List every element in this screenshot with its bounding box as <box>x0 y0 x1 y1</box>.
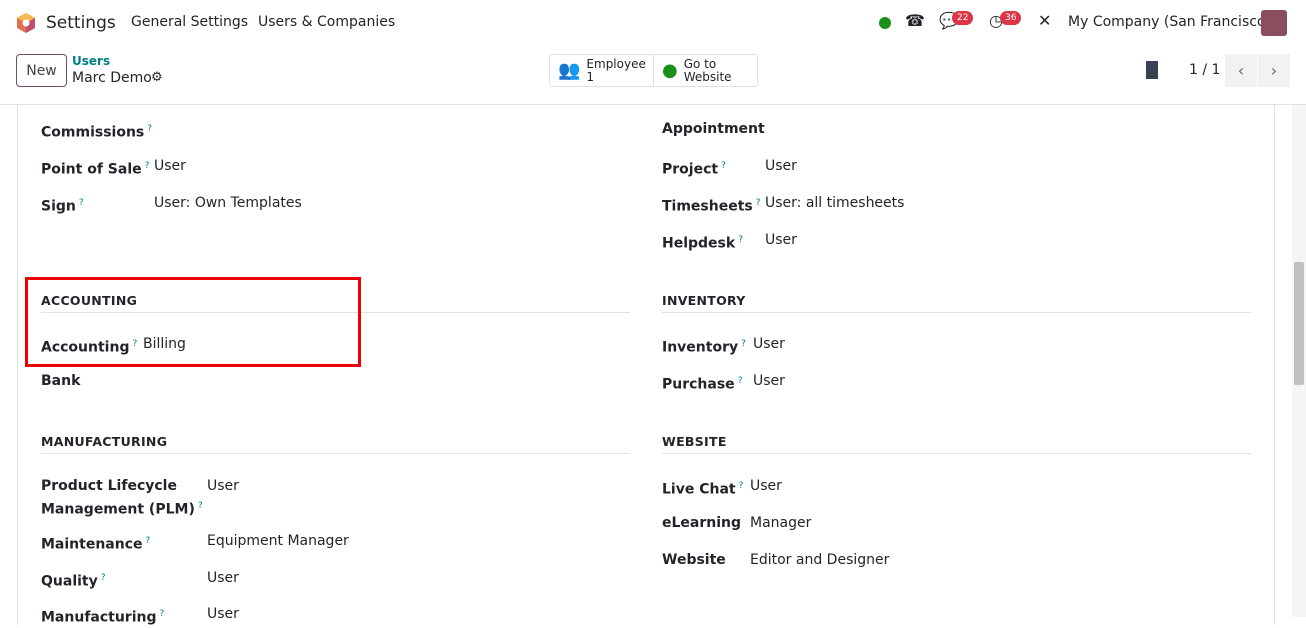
field-label: Manufacturing? <box>41 604 164 628</box>
section-inventory: INVENTORY <box>662 293 1251 313</box>
field-label-line2: Management (PLM) <box>41 501 195 518</box>
help-tooltip-icon[interactable]: ? <box>160 609 165 619</box>
help-tooltip-icon[interactable]: ? <box>721 161 726 171</box>
field-label: Maintenance? <box>41 531 150 555</box>
help-tooltip-icon[interactable]: ? <box>756 198 761 208</box>
help-tooltip-icon[interactable]: ? <box>146 536 151 546</box>
field-label: Inventory? <box>662 334 746 358</box>
field-label: Purchase? <box>662 371 742 395</box>
control-panel: New Users Marc Demo ⚙ 👥 Employee 1 ● Go to W… <box>0 46 1306 105</box>
field-label-text: Manufacturing <box>41 609 157 626</box>
employee-label: Employee <box>586 56 646 71</box>
field-label-text: Commissions <box>41 124 145 141</box>
field-label-text: Appointment <box>662 121 765 137</box>
field-label: Point of Sale? <box>41 156 149 180</box>
scrollbar-thumb[interactable] <box>1294 262 1304 385</box>
field-label: Sign? <box>41 193 84 217</box>
field-value[interactable]: User <box>207 568 239 588</box>
user-avatar[interactable] <box>1261 10 1287 36</box>
field-label-text: Quality <box>41 573 98 590</box>
field-label: Timesheets? <box>662 193 761 217</box>
highlight-box <box>25 277 361 367</box>
field-label: Product Lifecycle Management (PLM)? <box>41 476 203 520</box>
field-label-text: Project <box>662 161 719 178</box>
pager-previous-button[interactable]: ‹ <box>1225 54 1257 87</box>
odoo-logo-icon[interactable] <box>15 12 37 34</box>
field-label-text: Point of Sale <box>41 161 142 178</box>
pager-next-button[interactable]: › <box>1258 54 1290 87</box>
field-value[interactable]: Manager <box>750 513 811 533</box>
online-status-icon <box>879 17 891 29</box>
field-label-text: Sign <box>41 198 76 215</box>
field-label-text: Bank <box>41 373 81 389</box>
field-label: Live Chat? <box>662 476 743 500</box>
field-value[interactable]: Equipment Manager <box>207 531 349 551</box>
field-label: Bank <box>41 371 80 391</box>
field-value[interactable]: User <box>207 604 239 624</box>
field-label-text: Timesheets <box>662 198 753 215</box>
employee-count: 1 <box>586 69 595 84</box>
employee-button[interactable]: 👥 Employee 1 <box>550 55 653 86</box>
field-label-text: Helpdesk <box>662 235 736 252</box>
pager-value[interactable]: 1 / 1 <box>1189 62 1220 78</box>
field-label-text: Purchase <box>662 376 735 393</box>
record-name: Marc Demo <box>72 70 152 86</box>
help-tooltip-icon[interactable]: ? <box>101 573 106 583</box>
field-label: eLearning <box>662 513 741 533</box>
help-tooltip-icon[interactable]: ? <box>147 124 152 134</box>
top-navbar: Settings General Settings Users & Compan… <box>0 0 1306 46</box>
help-tooltip-icon[interactable]: ? <box>145 161 150 171</box>
field-value[interactable]: User: all timesheets <box>765 193 904 213</box>
field-value[interactable]: Editor and Designer <box>750 550 889 570</box>
field-label: Commissions? <box>41 119 152 143</box>
menu-users-companies[interactable]: Users & Companies <box>258 14 395 30</box>
field-label-text: Inventory <box>662 339 739 356</box>
globe-icon: ● <box>662 60 678 81</box>
field-label-text: Product Lifecycle <box>41 478 177 494</box>
help-tooltip-icon[interactable]: ? <box>198 501 203 511</box>
field-value[interactable]: User: Own Templates <box>154 193 302 213</box>
help-tooltip-icon[interactable]: ? <box>738 235 743 245</box>
field-value[interactable]: User <box>154 156 186 176</box>
field-value[interactable]: User <box>753 334 785 354</box>
website-label-2: Website <box>683 69 732 84</box>
help-tooltip-icon[interactable]: ? <box>738 376 743 386</box>
website-label: Go to <box>683 56 717 71</box>
activities-badge: 36 <box>1000 11 1022 25</box>
help-tooltip-icon[interactable]: ? <box>739 481 744 491</box>
help-tooltip-icon[interactable]: ? <box>741 339 746 349</box>
gear-icon[interactable]: ⚙ <box>151 70 163 85</box>
section-website: WEBSITE <box>662 434 1251 454</box>
field-label: Website <box>662 550 726 570</box>
company-switcher[interactable]: My Company (San Francisco) <box>1068 14 1271 30</box>
users-icon: 👥 <box>558 60 581 81</box>
menu-general-settings[interactable]: General Settings <box>131 14 248 30</box>
field-value[interactable]: User <box>765 156 797 176</box>
field-label: Helpdesk? <box>662 230 743 254</box>
field-label-text: Website <box>662 552 726 568</box>
section-manufacturing: MANUFACTURING <box>41 434 630 454</box>
field-label-text: Maintenance <box>41 536 143 553</box>
field-value[interactable]: User <box>753 371 785 391</box>
field-label: Appointment <box>662 119 765 139</box>
smart-buttons: 👥 Employee 1 ● Go to Website <box>549 54 758 87</box>
app-title[interactable]: Settings <box>46 13 116 33</box>
new-button[interactable]: New <box>16 54 67 87</box>
field-label: Quality? <box>41 568 106 592</box>
field-label-text: eLearning <box>662 515 742 531</box>
field-value[interactable]: User <box>765 230 797 250</box>
tools-icon[interactable]: ✕ <box>1038 11 1051 30</box>
bookmark-icon[interactable] <box>1146 61 1158 79</box>
field-value[interactable]: User <box>750 476 782 496</box>
phone-icon[interactable]: ☎ <box>905 11 925 30</box>
help-tooltip-icon[interactable]: ? <box>79 198 84 208</box>
breadcrumb-users[interactable]: Users <box>72 54 110 68</box>
field-value[interactable]: User <box>207 476 239 496</box>
messages-badge: 22 <box>952 11 974 25</box>
field-label-text: Live Chat <box>662 481 736 498</box>
field-label: Project? <box>662 156 726 180</box>
go-to-website-button[interactable]: ● Go to Website <box>653 55 757 86</box>
